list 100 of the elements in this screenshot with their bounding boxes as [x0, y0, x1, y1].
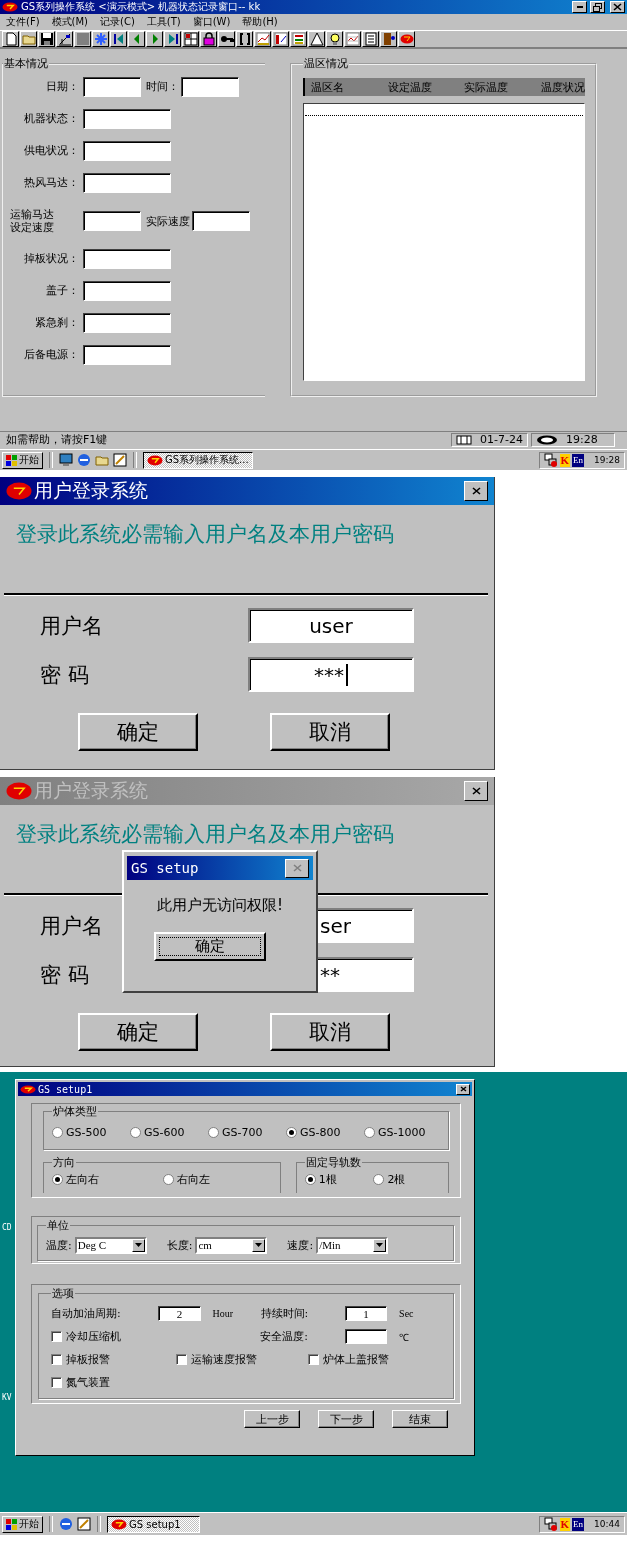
radio-option[interactable]: 1根 [304, 1171, 374, 1187]
checkbox-option[interactable]: 炉体上盖报警 [308, 1352, 389, 1367]
dialog-button[interactable]: 下一步 [318, 1410, 374, 1428]
input-field[interactable]: *** [248, 657, 414, 692]
input-field[interactable] [83, 172, 171, 193]
field-value: ser [320, 913, 351, 938]
input-field[interactable]: user [248, 608, 414, 643]
toolbar-button[interactable] [92, 31, 109, 47]
checkbox[interactable] [51, 1354, 62, 1365]
pencil-icon[interactable] [77, 1517, 91, 1531]
checkbox-option[interactable]: 冷却压缩机 [51, 1329, 261, 1344]
language-indicator[interactable]: En [572, 1517, 585, 1531]
drafting-icon [57, 32, 72, 46]
menu-item[interactable]: 工具(T) [142, 15, 185, 29]
radio-button[interactable] [52, 1173, 63, 1185]
dialog-button[interactable]: 上一步 [244, 1410, 300, 1428]
menu-item[interactable]: 窗口(W) [188, 15, 235, 29]
checkbox[interactable] [51, 1331, 62, 1342]
input-field[interactable]: 2 [158, 1306, 201, 1321]
taskbar-button[interactable]: GS系列操作系统... [143, 451, 253, 469]
dialog-button[interactable]: 取消 [270, 1013, 390, 1051]
radio-button[interactable] [208, 1126, 219, 1138]
close-button[interactable] [456, 1083, 470, 1095]
radio-option[interactable]: 右向左 [162, 1171, 274, 1187]
radio-button[interactable] [162, 1173, 174, 1185]
folder-icon[interactable] [95, 453, 109, 467]
radio-option[interactable]: GS-500 [52, 1125, 130, 1139]
input-field[interactable] [83, 140, 171, 161]
input-field[interactable] [83, 211, 141, 231]
dropdown-arrow-button[interactable] [373, 1238, 387, 1252]
group-title: 基本情况 [3, 57, 49, 70]
radio-button[interactable] [52, 1126, 63, 1138]
pencil-icon[interactable] [113, 453, 127, 467]
input-field[interactable] [83, 344, 171, 365]
radio-option[interactable]: GS-600 [130, 1125, 208, 1139]
radio-button[interactable] [130, 1126, 141, 1138]
menu-item[interactable]: 记录(C) [96, 15, 139, 29]
close-button[interactable] [285, 858, 309, 878]
desktop-icon-label[interactable]: KV [2, 1393, 12, 1402]
desktop-icon-label[interactable]: CD [2, 1223, 12, 1232]
radio-option[interactable]: GS-1000 [364, 1125, 426, 1139]
close-button[interactable] [610, 1, 625, 13]
clock-time: 19:28 [594, 455, 620, 465]
bracket-icon [237, 32, 252, 46]
input-field[interactable] [83, 108, 171, 129]
column-header[interactable]: 设定温度 [381, 79, 459, 95]
radio-option[interactable]: GS-700 [208, 1125, 286, 1139]
square-icon [75, 32, 90, 46]
input-field[interactable] [83, 280, 171, 301]
radio-option[interactable]: 2根 [373, 1171, 442, 1187]
door-icon [381, 32, 396, 46]
input-field[interactable] [181, 76, 239, 97]
radio-button[interactable] [304, 1173, 316, 1185]
caret-down-icon [255, 1243, 263, 1247]
dialog-button[interactable]: 结束 [392, 1410, 448, 1428]
dialog-title: GS setup1 [38, 1083, 93, 1095]
input-field[interactable] [83, 312, 171, 333]
menu-item[interactable]: 模式(M) [47, 15, 92, 29]
close-button[interactable] [464, 481, 488, 501]
field-label: 机器状态： [23, 112, 79, 125]
minimize-button[interactable] [572, 1, 587, 13]
checkbox-option[interactable]: 运输速度报警 [176, 1352, 308, 1367]
input-field[interactable]: 1 [344, 1306, 388, 1321]
field-label: 供电状况： [23, 144, 79, 157]
checkbox[interactable] [308, 1354, 319, 1365]
dropdown[interactable]: Deg C [74, 1236, 147, 1254]
input-field[interactable] [83, 76, 141, 97]
radio-option[interactable]: GS-800 [286, 1125, 364, 1139]
start-button[interactable]: 开始 [2, 451, 43, 469]
field-label: 自动加油周期: [51, 1306, 122, 1321]
menu-item[interactable]: 帮助(H) [238, 15, 282, 29]
input-field[interactable] [344, 1329, 387, 1344]
checkbox-option[interactable]: 掉板报警 [51, 1352, 176, 1367]
radio-button[interactable] [364, 1126, 375, 1138]
checkbox[interactable] [176, 1354, 187, 1365]
dialog-button[interactable]: 确定 [78, 713, 198, 751]
checkbox-option[interactable]: 氮气装置 [51, 1375, 176, 1390]
radio-option[interactable]: 左向右 [52, 1171, 163, 1187]
taskbar-button[interactable]: GS setup1 [107, 1515, 200, 1533]
menu-item[interactable]: 文件(F) [2, 15, 44, 29]
start-button[interactable]: 开始 [2, 1515, 43, 1533]
checkbox[interactable] [51, 1377, 62, 1388]
restore-button[interactable] [590, 1, 605, 13]
ok-button[interactable]: 确定 [154, 932, 266, 961]
column-header[interactable]: 实际温度 [458, 79, 535, 95]
dropdown-arrow-button[interactable] [131, 1238, 145, 1252]
radio-button[interactable] [373, 1173, 385, 1185]
close-button[interactable] [464, 781, 488, 801]
monitor-icon[interactable] [59, 453, 73, 467]
dropdown-arrow-button[interactable] [252, 1238, 266, 1252]
dropdown[interactable]: /Min [316, 1236, 389, 1254]
column-header[interactable]: 温区名 [305, 79, 382, 95]
dialog-button[interactable]: 取消 [270, 713, 390, 751]
language-indicator[interactable]: En [572, 453, 585, 467]
dropdown[interactable]: cm [195, 1236, 268, 1254]
radio-button[interactable] [286, 1126, 297, 1138]
input-field[interactable] [83, 248, 171, 269]
input-field[interactable] [192, 211, 250, 231]
dialog-button[interactable]: 确定 [78, 1013, 198, 1051]
column-header[interactable]: 温度状况 [535, 79, 585, 95]
